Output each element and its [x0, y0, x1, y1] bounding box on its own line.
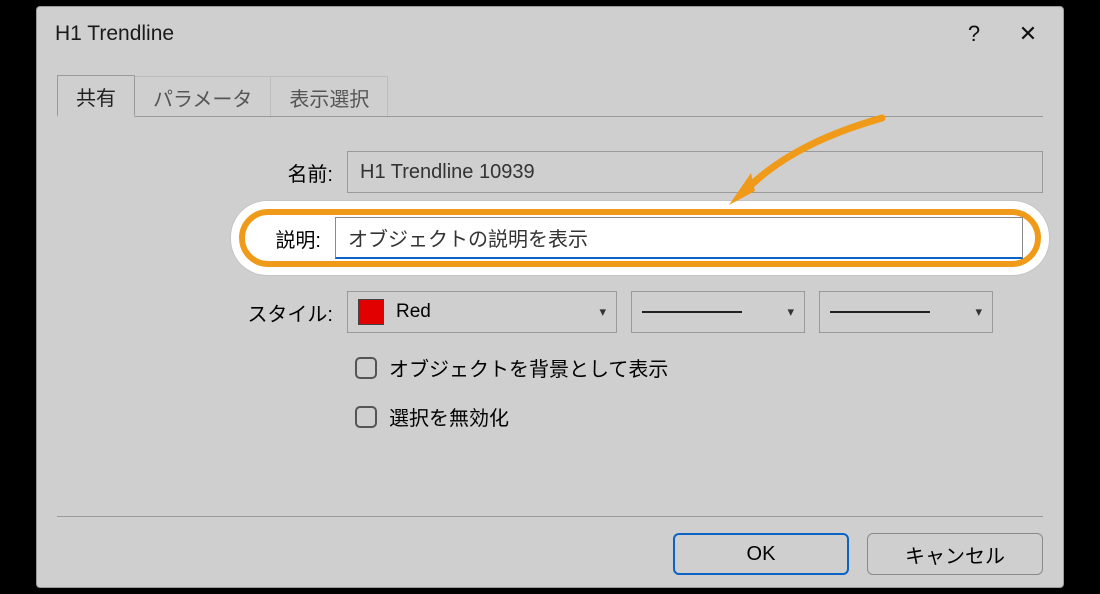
chevron-down-icon: ▾: [975, 304, 982, 320]
color-swatch: [358, 299, 384, 325]
dialog: H1 Trendline ? ✕ 共有 パラメータ 表示選択 名前: H1 Tr…: [36, 6, 1064, 588]
help-icon[interactable]: ?: [947, 14, 1001, 54]
titlebar: H1 Trendline ? ✕: [37, 7, 1063, 61]
tab-strip: 共有 パラメータ 表示選択: [57, 75, 1063, 117]
label-description: 説明:: [257, 224, 335, 253]
tab-parameters[interactable]: パラメータ: [134, 76, 271, 118]
label-draw-as-bg: オブジェクトを背景として表示: [389, 353, 668, 382]
line-style-dropdown[interactable]: ▾: [819, 291, 993, 333]
checkbox-disable-select[interactable]: [355, 406, 377, 428]
description-value: オブジェクトの説明を表示: [348, 223, 588, 252]
line-width-dropdown[interactable]: ▾: [631, 291, 805, 333]
label-disable-select: 選択を無効化: [389, 402, 509, 431]
line-width-sample: [642, 311, 742, 313]
footer: OK キャンセル: [57, 516, 1043, 575]
row-description: 説明: オブジェクトの説明を表示: [257, 217, 1023, 259]
name-value: H1 Trendline 10939: [360, 161, 535, 184]
name-field[interactable]: H1 Trendline 10939: [347, 151, 1043, 193]
form-area: 名前: H1 Trendline 10939 スタイル: Red ▾ ▾ ▾: [57, 137, 1043, 451]
chevron-down-icon: ▾: [599, 304, 606, 320]
label-name: 名前:: [57, 158, 347, 187]
close-icon[interactable]: ✕: [1001, 14, 1055, 54]
tab-underline: [57, 116, 1043, 117]
color-name: Red: [396, 301, 431, 323]
dialog-title: H1 Trendline: [55, 22, 947, 46]
ok-button[interactable]: OK: [673, 533, 849, 575]
line-style-sample: [830, 311, 930, 313]
cancel-button[interactable]: キャンセル: [867, 533, 1043, 575]
description-input[interactable]: オブジェクトの説明を表示: [335, 217, 1023, 259]
chevron-down-icon: ▾: [787, 304, 794, 320]
row-draw-bg: オブジェクトを背景として表示: [57, 353, 1043, 382]
tab-common[interactable]: 共有: [57, 75, 135, 117]
row-disable-select: 選択を無効化: [57, 402, 1043, 431]
label-style: スタイル:: [57, 298, 347, 327]
row-name: 名前: H1 Trendline 10939: [57, 151, 1043, 193]
tab-display[interactable]: 表示選択: [270, 76, 388, 118]
color-dropdown[interactable]: Red ▾: [347, 291, 617, 333]
row-style: スタイル: Red ▾ ▾ ▾: [57, 291, 1043, 333]
highlight-annotation: 説明: オブジェクトの説明を表示: [231, 201, 1049, 275]
checkbox-draw-as-bg[interactable]: [355, 357, 377, 379]
